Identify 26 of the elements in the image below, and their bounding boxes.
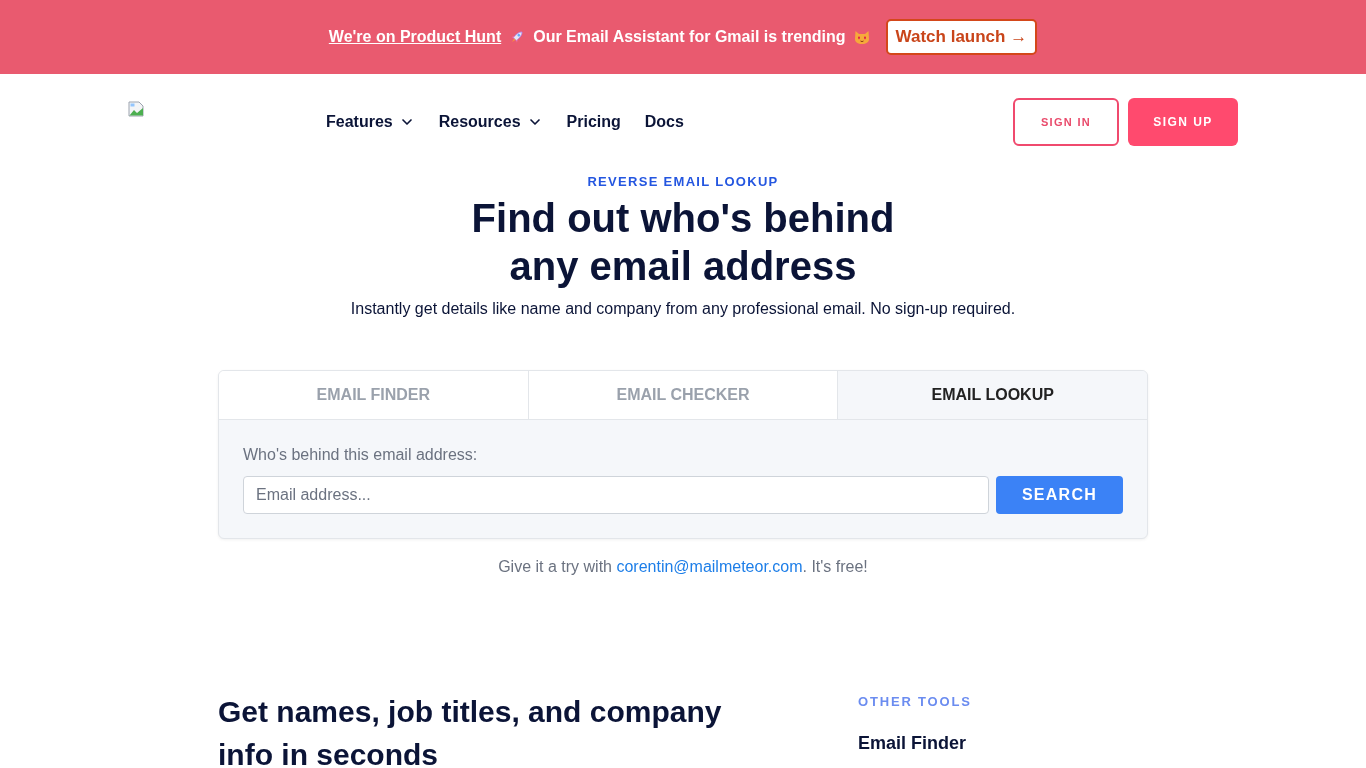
example-email-link[interactable]: corentin@mailmeteor.com [616,558,803,575]
hero-title: Find out who's behind any email address [471,195,895,290]
other-tool-link[interactable]: Email Finder [858,731,972,755]
announcement-text: Our Email Assistant for Gmail is trending [533,27,846,47]
nav-menu-item[interactable]: Resources [438,110,543,134]
tool-tab[interactable]: EMAIL LOOKUP [838,371,1147,419]
section-heading: Get names, job titles, and company info in seconds [218,694,723,768]
broken-image-icon [128,101,144,117]
product-hunt-link[interactable]: We're on Product Hunt [328,25,502,49]
other-tools-title: OTHER TOOLS [858,694,972,710]
nav-menu-item[interactable]: Features [326,110,415,134]
tool-tab[interactable]: EMAIL FINDER [219,371,529,419]
search-button[interactable]: SEARCH [996,476,1123,514]
tool-tab[interactable]: EMAIL CHECKER [528,371,839,419]
eyebrow-label: REVERSE EMAIL LOOKUP [587,174,779,190]
field-label: Who's behind this email address: [243,445,479,465]
email-input-field[interactable]: Email address... [243,476,989,514]
sign-up-button[interactable]: SIGN UP [1128,98,1238,146]
try-hint-text: Give it a try with corentin@mailmeteor.com. It's free! [498,557,868,577]
watch-launch-button[interactable]: Watch launch → [885,19,1038,55]
nav-menu-item[interactable]: Docs [644,110,684,134]
hero-subtitle: Instantly get details like name and company from any professional email. No sign-up required. [350,299,1016,319]
sign-in-button[interactable]: SIGN IN [1013,98,1119,146]
cat-face-icon [853,29,870,45]
nav-menu-item[interactable]: Pricing [566,110,621,134]
rocket-icon [509,29,526,45]
